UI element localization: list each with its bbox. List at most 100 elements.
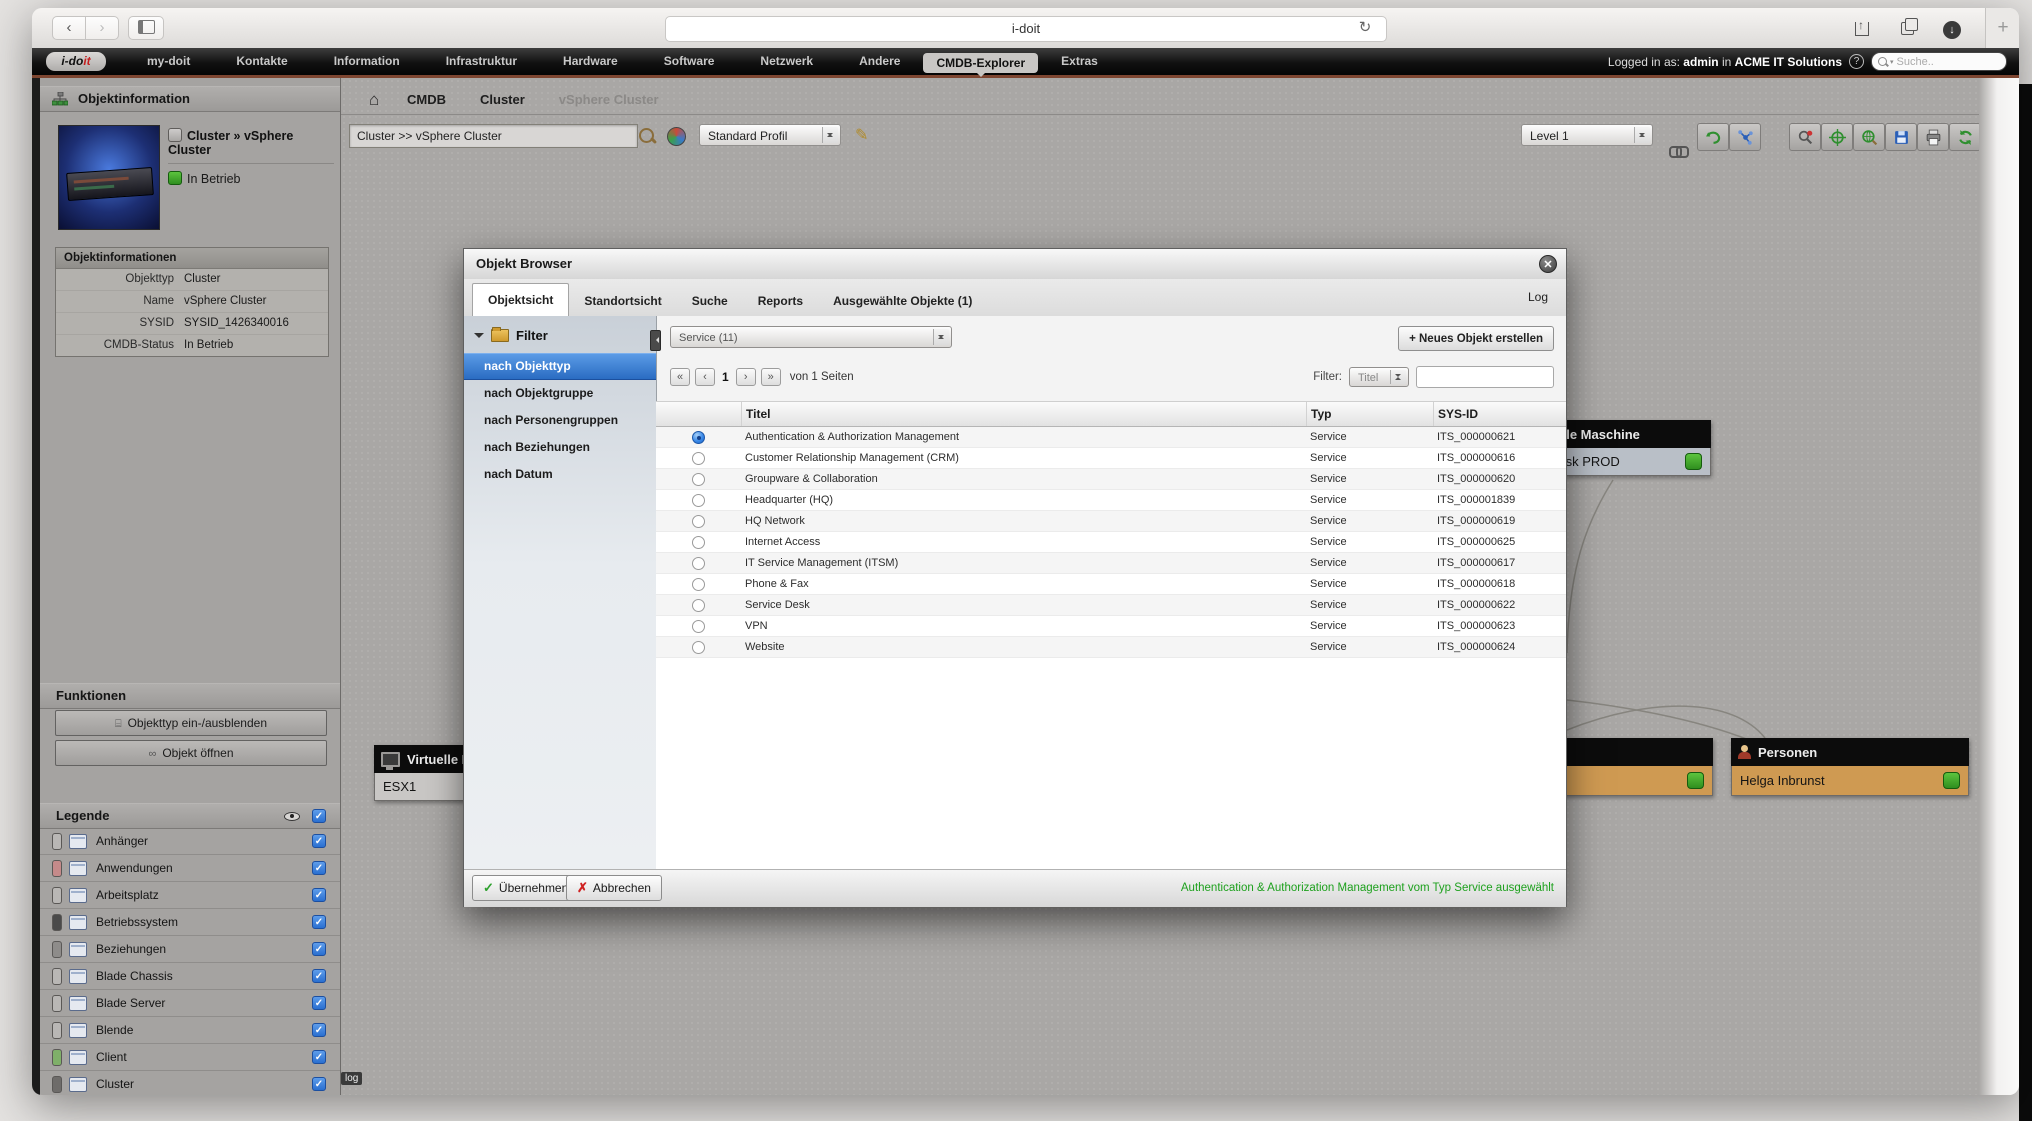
breadcrumb-item[interactable]: CMDB [407, 86, 446, 114]
page-next-button[interactable]: › [736, 368, 756, 386]
table-row[interactable]: Headquarter (HQ) Service ITS_000001839 [656, 490, 1566, 511]
page-prev-button[interactable]: ‹ [695, 368, 715, 386]
row-radio[interactable] [692, 557, 705, 570]
table-row[interactable]: Groupware & Collaboration Service ITS_00… [656, 469, 1566, 490]
browser-forward-button[interactable]: › [85, 16, 119, 40]
table-row[interactable]: Internet Access Service ITS_000000625 [656, 532, 1566, 553]
nav-menu-item[interactable]: Information [311, 48, 423, 75]
page-last-button[interactable]: » [761, 368, 781, 386]
filter-item[interactable]: nach Beziehungen [464, 434, 656, 461]
nav-menu-item[interactable]: my-doit [124, 48, 213, 75]
dialog-tab[interactable]: Standortsicht [569, 285, 676, 317]
home-icon[interactable]: ⌂ [369, 86, 379, 114]
dialog-tab[interactable]: Reports [743, 285, 818, 317]
window-scrollbar-area[interactable] [1979, 78, 2019, 1095]
table-row[interactable]: IT Service Management (ITSM) Service ITS… [656, 553, 1566, 574]
edit-pencil-icon[interactable]: ✎ [855, 125, 868, 145]
browser-back-button[interactable]: ‹ [52, 16, 86, 40]
open-object-button[interactable]: ∞Objekt öffnen [55, 740, 327, 766]
legend-checkbox[interactable]: ✓ [312, 996, 326, 1010]
table-row[interactable]: Website Service ITS_000000624 [656, 637, 1566, 658]
cancel-button[interactable]: ✗Abbrechen [566, 875, 662, 901]
row-radio[interactable] [692, 641, 705, 654]
filter-item[interactable]: nach Objekttyp [464, 353, 656, 380]
nav-menu-item[interactable]: Infrastruktur [423, 48, 540, 75]
legend-checkbox[interactable]: ✓ [312, 969, 326, 983]
globe-icon[interactable] [667, 127, 686, 146]
table-row[interactable]: VPN Service ITS_000000623 [656, 616, 1566, 637]
center-view-button[interactable] [1821, 123, 1853, 151]
table-row[interactable]: Customer Relationship Management (CRM) S… [656, 448, 1566, 469]
nav-menu-item[interactable]: Netzwerk [737, 48, 836, 75]
new-object-button[interactable]: + Neues Objekt erstellen [1398, 326, 1554, 351]
nav-menu-item[interactable]: Software [641, 48, 738, 75]
filter-header[interactable]: Filter [474, 328, 548, 343]
browser-sidebar-button[interactable] [128, 16, 164, 40]
global-search-input[interactable]: ▾ Suche.. [1871, 52, 2007, 71]
legend-checkbox[interactable]: ✓ [312, 861, 326, 875]
column-header-sysid[interactable]: SYS-ID [1433, 402, 1566, 426]
eye-icon[interactable] [284, 812, 300, 821]
print-button[interactable] [1917, 123, 1949, 151]
nav-menu-item[interactable]: Hardware [540, 48, 641, 75]
help-icon[interactable]: ? [1849, 54, 1864, 69]
refresh-button[interactable] [1949, 123, 1981, 151]
legend-checkbox[interactable]: ✓ [312, 1050, 326, 1064]
row-radio[interactable] [692, 494, 705, 507]
filter-column-select[interactable]: Titel [1349, 367, 1409, 387]
dialog-tab[interactable]: Suche [677, 285, 743, 317]
dialog-tab[interactable]: Objektsicht [472, 283, 569, 317]
reload-button[interactable]: ↻ [1354, 17, 1376, 39]
row-radio[interactable] [692, 599, 705, 612]
new-tab-button[interactable]: + [1985, 8, 2019, 48]
row-radio[interactable] [692, 515, 705, 528]
row-radio[interactable] [692, 452, 705, 465]
nav-menu-item[interactable]: Kontakte [213, 48, 310, 75]
share-button[interactable] [1845, 16, 1879, 40]
legend-checkbox[interactable]: ✓ [312, 1077, 326, 1091]
row-radio[interactable] [692, 473, 705, 486]
node-row[interactable]: Helga Inbrunst [1731, 766, 1969, 796]
search-icon[interactable] [639, 128, 654, 143]
relations-button[interactable] [1729, 123, 1761, 151]
close-icon[interactable]: ✕ [1539, 255, 1557, 273]
tab-overview-button[interactable] [1890, 16, 1924, 40]
table-row[interactable]: Service Desk Service ITS_000000622 [656, 595, 1566, 616]
object-path-input[interactable]: Cluster >> vSphere Cluster [349, 124, 638, 148]
filter-item[interactable]: nach Objektgruppe [464, 380, 656, 407]
filter-item[interactable]: nach Datum [464, 461, 656, 488]
nav-menu-item[interactable]: Extras [1038, 48, 1121, 75]
profile-select[interactable]: Standard Profil [699, 124, 841, 146]
undo-button[interactable] [1697, 123, 1729, 151]
row-radio[interactable] [692, 620, 705, 633]
page-first-button[interactable]: « [670, 368, 690, 386]
row-radio[interactable] [692, 431, 705, 444]
address-bar[interactable]: i-doit [665, 16, 1387, 42]
filter-item[interactable]: nach Personengruppen [464, 407, 656, 434]
legend-checkbox[interactable]: ✓ [312, 942, 326, 956]
zoom-reset-button[interactable] [1789, 123, 1821, 151]
row-radio[interactable] [692, 536, 705, 549]
legend-checkbox[interactable]: ✓ [312, 1023, 326, 1037]
dialog-tab-log[interactable]: Log [1528, 279, 1548, 316]
nav-menu-item[interactable]: CMDB-Explorer [923, 53, 1038, 73]
legend-checkbox[interactable]: ✓ [312, 915, 326, 929]
legend-checkbox[interactable]: ✓ [312, 834, 326, 848]
chain-link-icon[interactable] [1669, 146, 1687, 156]
filter-text-input[interactable] [1416, 366, 1554, 388]
dialog-tab[interactable]: Ausgewählte Objekte (1) [818, 285, 987, 317]
dialog-titlebar[interactable]: Objekt Browser ✕ [464, 249, 1566, 280]
zoom-search-button[interactable] [1853, 123, 1885, 151]
table-row[interactable]: Authentication & Authorization Managemen… [656, 427, 1566, 448]
legend-checkbox[interactable]: ✓ [312, 888, 326, 902]
column-header-titel[interactable]: Titel [741, 402, 1306, 426]
object-type-select[interactable]: Service (11) [670, 326, 952, 348]
table-row[interactable]: HQ Network Service ITS_000000619 [656, 511, 1566, 532]
row-radio[interactable] [692, 578, 705, 591]
downloads-button[interactable]: ↓ [1935, 16, 1969, 40]
level-select[interactable]: Level 1 [1521, 124, 1653, 146]
toggle-objecttype-button[interactable]: ⌸Objekttyp ein-/ausblenden [55, 710, 327, 736]
breadcrumb-item[interactable]: Cluster [480, 86, 525, 114]
idoit-logo[interactable]: i-doit [46, 52, 106, 71]
save-button[interactable] [1885, 123, 1917, 151]
